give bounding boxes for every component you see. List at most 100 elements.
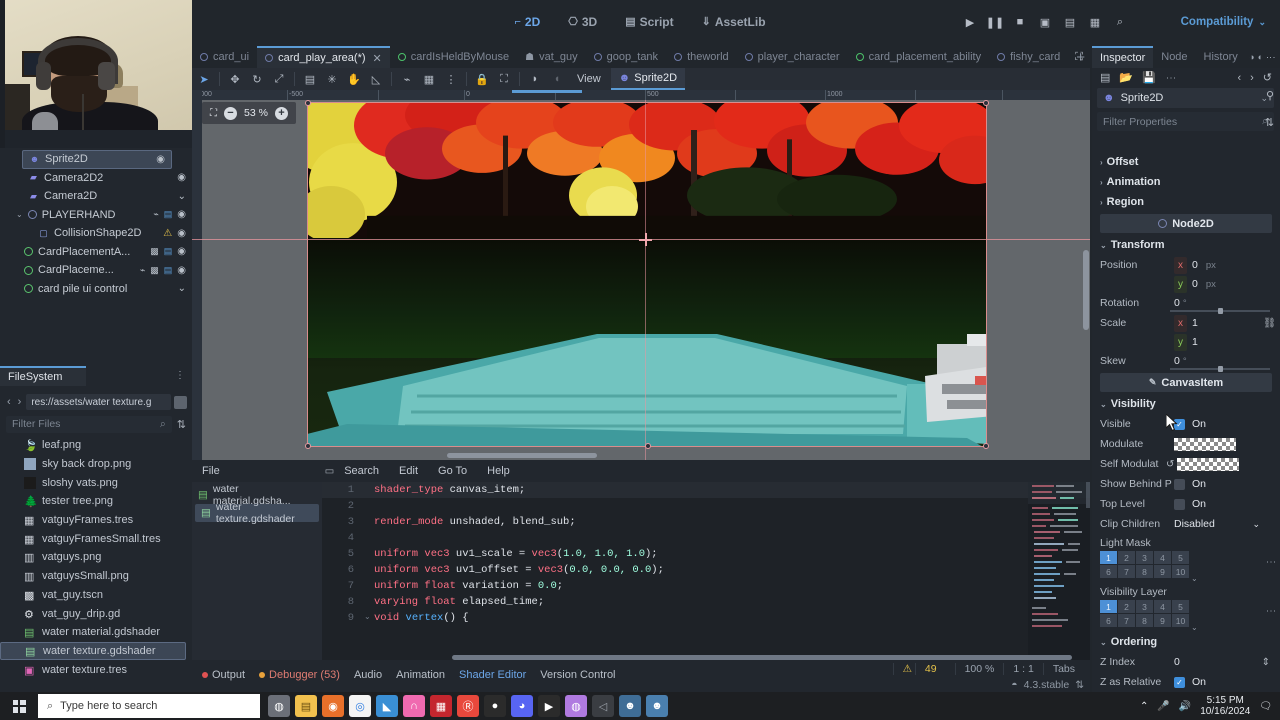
scene-tab-theworld[interactable]: theworld bbox=[666, 46, 737, 68]
property-scale-y[interactable]: y1 bbox=[1092, 333, 1280, 351]
lock-icon[interactable]: 🔒 bbox=[472, 69, 492, 89]
self-modulate-color-swatch[interactable] bbox=[1177, 457, 1240, 471]
skeleton-icon[interactable]: ◗ bbox=[525, 69, 545, 89]
pivot-mode-icon[interactable]: ✳ bbox=[322, 69, 342, 89]
file-item[interactable]: 🍃 leaf.png bbox=[0, 436, 192, 455]
property-scale[interactable]: Scale x1 ⛓ bbox=[1092, 313, 1280, 333]
clip-children-dropdown[interactable]: Disabled ⌄ bbox=[1174, 518, 1260, 530]
file-item[interactable]: sky back drop.png bbox=[0, 455, 192, 474]
close-icon[interactable]: ✕ bbox=[373, 52, 382, 65]
show-behind-parent-checkbox[interactable] bbox=[1174, 478, 1185, 490]
expand-arrow-icon[interactable]: ⌄ bbox=[16, 210, 23, 219]
scene-tab-card-placement-ability[interactable]: card_placement_ability bbox=[848, 46, 990, 68]
property-z-as-relative[interactable]: Z as Relative ✓ On bbox=[1092, 672, 1280, 692]
property-group-region[interactable]: › Region bbox=[1092, 192, 1280, 212]
file-item[interactable]: ▦ vatguyFrames.tres bbox=[0, 511, 192, 530]
visibility-layer-grid[interactable]: 1 2 3 4 5 6 7 8 9 10 bbox=[1100, 600, 1189, 627]
godot-icon-2[interactable]: ☻ bbox=[646, 695, 668, 717]
warning-icon[interactable]: ⚠ bbox=[163, 228, 172, 239]
toggle-split-mode-icon[interactable] bbox=[174, 395, 187, 409]
scale-mode-icon[interactable]: ⤢ bbox=[269, 69, 289, 89]
light-mask-bit[interactable]: 4 bbox=[1154, 551, 1171, 564]
visibility-layer-bit[interactable]: 8 bbox=[1136, 614, 1153, 627]
scene-tab-vat-guy[interactable]: ☗ vat_guy bbox=[517, 46, 586, 68]
line-col-label[interactable]: 1 : 1 bbox=[1003, 662, 1042, 675]
indent-mode-label[interactable]: Tabs bbox=[1042, 662, 1084, 675]
media-player-icon[interactable]: ▶ bbox=[538, 695, 560, 717]
open-documentation-icon[interactable]: ⚲ bbox=[1266, 89, 1274, 102]
pivot-handle[interactable] bbox=[639, 233, 652, 246]
file-item[interactable]: ▦ vatguyFramesSmall.tres bbox=[0, 529, 192, 548]
taskbar-search-input[interactable]: ⌕ Type here to search bbox=[38, 694, 260, 718]
light-mask-bit[interactable]: 9 bbox=[1154, 565, 1171, 578]
move-mode-icon[interactable]: ✥ bbox=[225, 69, 245, 89]
property-clip-children[interactable]: Clip Children Disabled ⌄ bbox=[1092, 514, 1280, 534]
eye-icon[interactable]: ◉ bbox=[156, 154, 165, 165]
zoom-in-button[interactable]: + bbox=[274, 106, 288, 120]
eye-icon[interactable]: ◉ bbox=[177, 246, 186, 257]
top-level-checkbox[interactable] bbox=[1174, 498, 1185, 510]
open-resource-icon[interactable]: 📂 bbox=[1119, 71, 1133, 84]
scene-node-camera2d[interactable]: ▰ Camera2D ⌄ bbox=[0, 187, 192, 206]
link-ratio-icon[interactable]: ⛓ bbox=[1263, 318, 1276, 329]
open-shader-list[interactable]: ▤ water material.gdsha... ▤ water textur… bbox=[192, 482, 322, 660]
property-group-visibility[interactable]: ⌄ Visibility bbox=[1092, 394, 1280, 414]
renderer-selector[interactable]: Compatibility ⌄ bbox=[1181, 0, 1266, 44]
visibility-layer-bit[interactable]: 10 bbox=[1172, 614, 1189, 627]
visibility-layer-bit[interactable]: 6 bbox=[1100, 614, 1117, 627]
z-index-value[interactable]: 0 bbox=[1174, 656, 1180, 668]
back-arrow-icon[interactable]: ‹ bbox=[5, 396, 13, 408]
remote-debug-button[interactable]: ⌕ bbox=[1112, 14, 1128, 30]
property-self-modulate[interactable]: Self Modulat ↺ bbox=[1092, 454, 1280, 474]
visibility-layer-bit[interactable]: 2 bbox=[1118, 600, 1135, 613]
scene-node-cardplacementa[interactable]: CardPlacementA... ▩ ▤ ◉ bbox=[0, 243, 192, 262]
visibility-layer-bit[interactable]: 5 bbox=[1172, 600, 1189, 613]
light-mask-bit[interactable]: 6 bbox=[1100, 565, 1117, 578]
scene-node-camera2d2[interactable]: ▰ Camera2D2 ◉ bbox=[0, 169, 192, 188]
play-scene-button[interactable]: ▣ bbox=[1037, 14, 1053, 30]
taskbar-clock[interactable]: 5:15 PM 10/16/2024 bbox=[1200, 695, 1250, 717]
light-mask-bit[interactable]: 1 bbox=[1100, 551, 1117, 564]
chevron-down-icon[interactable]: ⌄ bbox=[1191, 574, 1198, 583]
light-mask-grid[interactable]: 1 2 3 4 5 6 7 8 9 10 bbox=[1100, 551, 1189, 578]
scene-tab-goop-tank[interactable]: goop_tank bbox=[586, 46, 666, 68]
scale-y-value[interactable]: 1 bbox=[1192, 336, 1198, 348]
menu-help[interactable]: Help bbox=[477, 465, 520, 477]
purple-app-icon[interactable]: ◍ bbox=[565, 695, 587, 717]
viewport-vscrollbar[interactable] bbox=[1083, 250, 1089, 330]
scene-tab-cardisheldbymouse[interactable]: cardIsHeldByMouse bbox=[390, 46, 517, 68]
file-item-selected[interactable]: ▤ water texture.gdshader bbox=[0, 641, 186, 661]
code-zoom-label[interactable]: 100 % bbox=[954, 662, 1004, 675]
menu-goto[interactable]: Go To bbox=[428, 465, 477, 477]
fit-to-screen-icon[interactable]: ⛶ bbox=[210, 108, 217, 119]
property-visible[interactable]: Visible ✓ On bbox=[1092, 414, 1280, 434]
file-item[interactable]: ▤ water material.gdshader bbox=[0, 623, 192, 642]
scene-tab-card-ui[interactable]: card_ui bbox=[192, 46, 257, 68]
show-hidden-icons-icon[interactable]: ⌃ bbox=[1140, 701, 1148, 712]
vlc-icon[interactable]: ▦ bbox=[430, 695, 452, 717]
forward-arrow-icon[interactable]: › bbox=[16, 396, 24, 408]
file-item[interactable]: ⚙ vat_guy_drip.gd bbox=[0, 604, 192, 623]
property-top-level[interactable]: Top Level On bbox=[1092, 494, 1280, 514]
ruler-mode-icon[interactable]: ◺ bbox=[366, 69, 386, 89]
filter-properties-input[interactable]: Filter Properties ⌕ bbox=[1097, 112, 1274, 131]
krita-icon[interactable]: ◣ bbox=[376, 695, 398, 717]
eye-icon[interactable]: ◉ bbox=[177, 172, 186, 183]
sprite2d-menu-button[interactable]: ☻ Sprite2D bbox=[610, 68, 686, 90]
visibility-layer-bit[interactable]: 4 bbox=[1154, 600, 1171, 613]
kebab-menu-icon[interactable]: ⋮ bbox=[1265, 557, 1276, 567]
chrome-icon[interactable]: ◎ bbox=[349, 695, 371, 717]
visibility-layer-bit[interactable]: 1 bbox=[1100, 600, 1117, 613]
cortana-icon[interactable]: ◍ bbox=[268, 695, 290, 717]
list-select-icon[interactable]: ▤ bbox=[300, 69, 320, 89]
bone-icon[interactable]: ◖ bbox=[547, 69, 567, 89]
bottom-tab-output[interactable]: Output bbox=[202, 669, 245, 681]
godot-icon[interactable]: ☻ bbox=[619, 695, 641, 717]
scene-node-sprite2d[interactable]: ☻ Sprite2D ◉ bbox=[22, 150, 172, 169]
file-item[interactable]: ▣ water texture.tres bbox=[0, 660, 192, 679]
history-icon[interactable]: ◐ bbox=[1258, 52, 1263, 62]
file-item[interactable]: ▥ vatguys.png bbox=[0, 548, 192, 567]
group-icon[interactable]: ⛶ bbox=[494, 69, 514, 89]
eye-icon[interactable]: ◉ bbox=[177, 209, 186, 220]
rotate-mode-icon[interactable]: ↻ bbox=[247, 69, 267, 89]
